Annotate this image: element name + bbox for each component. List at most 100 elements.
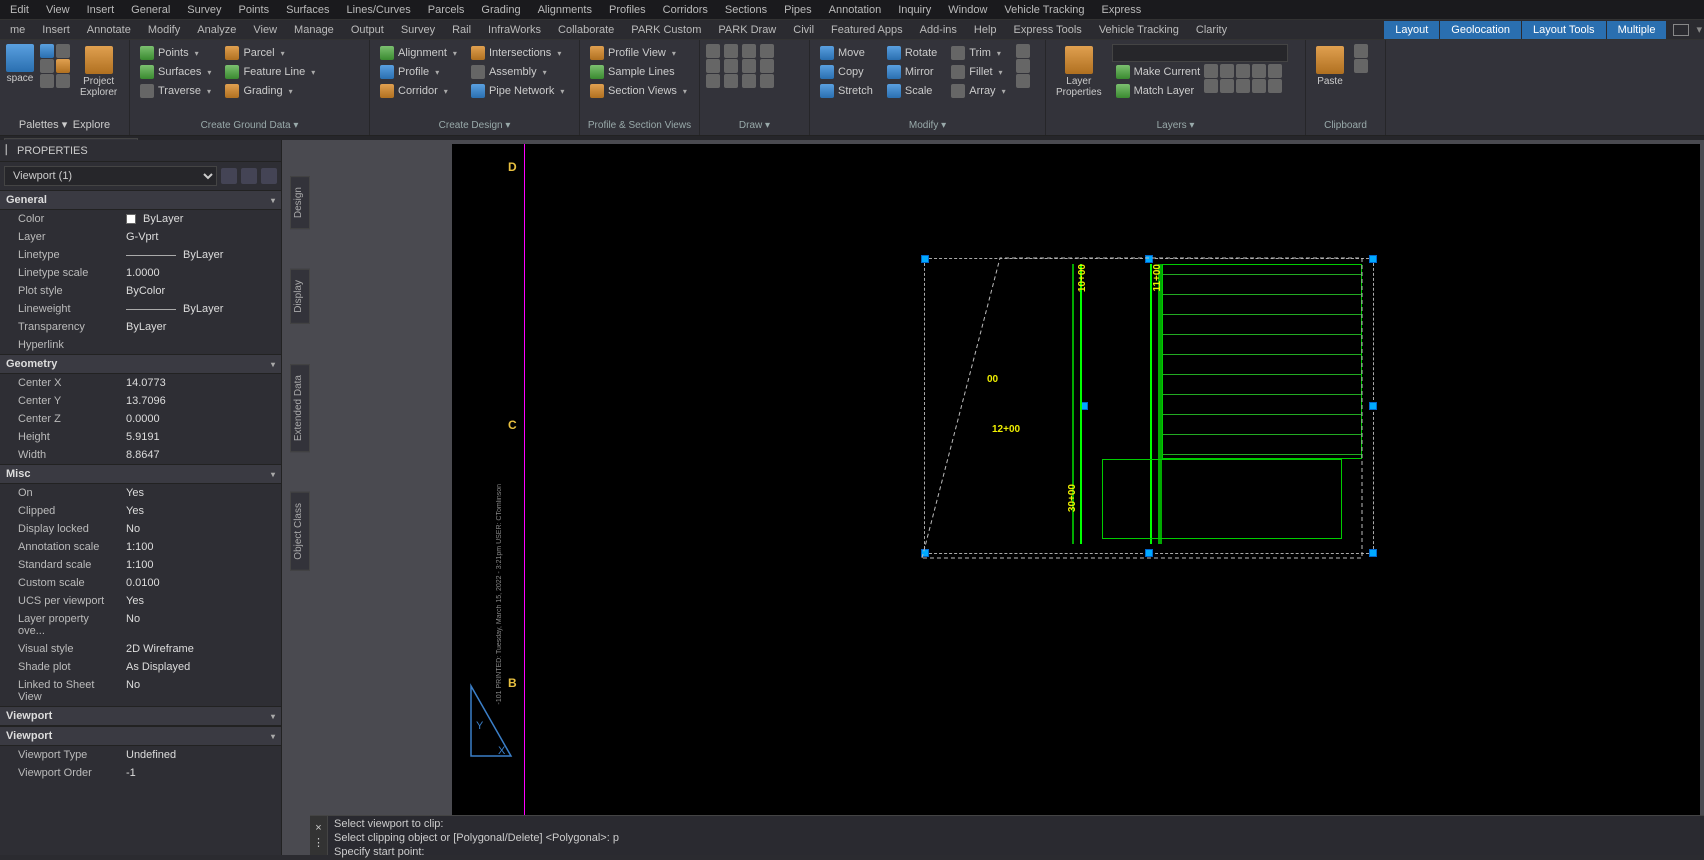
tab-home[interactable]: me <box>2 22 33 38</box>
tab-insert[interactable]: Insert <box>34 22 78 38</box>
traverse-button[interactable]: Traverse <box>136 82 215 100</box>
clipboard-icon[interactable] <box>1354 59 1368 73</box>
draw-icon[interactable] <box>742 74 756 88</box>
toggle-pickadd-icon[interactable] <box>221 168 237 184</box>
property-row[interactable]: TransparencyByLayer <box>0 318 281 336</box>
menu-window[interactable]: Window <box>940 2 995 18</box>
property-row[interactable]: Standard scale1:100 <box>0 556 281 574</box>
tab-survey[interactable]: Survey <box>393 22 443 38</box>
clipboard-icon[interactable] <box>1354 44 1368 58</box>
points-button[interactable]: Points <box>136 44 215 62</box>
layer-icon[interactable] <box>1220 79 1234 93</box>
select-objects-icon[interactable] <box>241 168 257 184</box>
property-value[interactable]: 13.7096 <box>120 393 281 409</box>
property-row[interactable]: Plot styleByColor <box>0 282 281 300</box>
property-value[interactable]: -1 <box>120 765 281 781</box>
circle-icon[interactable] <box>742 44 756 58</box>
property-row[interactable]: ClippedYes <box>0 502 281 520</box>
rotate-button[interactable]: Rotate <box>883 44 941 62</box>
menu-general[interactable]: General <box>123 2 178 18</box>
property-value[interactable]: Yes <box>120 593 281 609</box>
layer-icon[interactable] <box>1204 64 1218 78</box>
tab-manage[interactable]: Manage <box>286 22 342 38</box>
property-row[interactable]: OnYes <box>0 484 281 502</box>
modify-icon[interactable] <box>1016 59 1030 73</box>
tab-analyze[interactable]: Analyze <box>189 22 244 38</box>
property-row[interactable]: Linked to Sheet ViewNo <box>0 676 281 706</box>
line-icon[interactable] <box>706 44 720 58</box>
panel-tab-multiple[interactable]: Multiple <box>1607 21 1667 39</box>
palette-icon[interactable] <box>56 59 70 73</box>
draw-icon[interactable] <box>742 59 756 73</box>
menu-express[interactable]: Express <box>1094 2 1150 18</box>
scale-button[interactable]: Scale <box>883 82 941 100</box>
panel-tab-layout[interactable]: Layout <box>1384 21 1439 39</box>
property-value[interactable]: ByLayer <box>120 247 281 263</box>
property-row[interactable]: Annotation scale1:100 <box>0 538 281 556</box>
section-misc[interactable]: Misc <box>0 464 281 484</box>
menu-insert[interactable]: Insert <box>79 2 123 18</box>
arc-icon[interactable] <box>760 44 774 58</box>
mirror-button[interactable]: Mirror <box>883 63 941 81</box>
profileview-button[interactable]: Profile View <box>586 44 691 62</box>
property-row[interactable]: Viewport Order-1 <box>0 764 281 782</box>
pipenetwork-button[interactable]: Pipe Network <box>467 82 568 100</box>
property-row[interactable]: Center Z0.0000 <box>0 410 281 428</box>
menu-alignments[interactable]: Alignments <box>530 2 600 18</box>
layer-icon[interactable] <box>1252 64 1266 78</box>
section-viewport2[interactable]: Viewport <box>0 726 281 746</box>
layer-icon[interactable] <box>1252 79 1266 93</box>
corridor-button[interactable]: Corridor <box>376 82 461 100</box>
property-value[interactable]: 0.0000 <box>120 411 281 427</box>
property-value[interactable]: G-Vprt <box>120 229 281 245</box>
tab-clarity[interactable]: Clarity <box>1188 22 1235 38</box>
paper-space[interactable]: D C B -101 PRINTED: Tuesday, March 15, 2… <box>452 144 1700 815</box>
menu-survey[interactable]: Survey <box>179 2 229 18</box>
property-row[interactable]: Visual style2D Wireframe <box>0 640 281 658</box>
property-row[interactable]: Custom scale0.0100 <box>0 574 281 592</box>
property-row[interactable]: Shade plotAs Displayed <box>0 658 281 676</box>
panel-box-icon[interactable] <box>1673 24 1689 36</box>
chevron-down-icon[interactable]: ▾ <box>1696 23 1702 36</box>
surfaces-button[interactable]: Surfaces <box>136 63 215 81</box>
property-row[interactable]: Height5.9191 <box>0 428 281 446</box>
property-value[interactable]: 8.8647 <box>120 447 281 463</box>
property-row[interactable]: LayerG-Vprt <box>0 228 281 246</box>
stretch-button[interactable]: Stretch <box>816 82 877 100</box>
draw-icon[interactable] <box>706 59 720 73</box>
layer-icon[interactable] <box>1268 64 1282 78</box>
trim-button[interactable]: Trim <box>947 44 1009 62</box>
tab-modify[interactable]: Modify <box>140 22 188 38</box>
property-value[interactable]: 14.0773 <box>120 375 281 391</box>
menu-linescurves[interactable]: Lines/Curves <box>339 2 419 18</box>
panel-tab-geolocation[interactable]: Geolocation <box>1440 21 1521 39</box>
property-value[interactable]: 1:100 <box>120 539 281 555</box>
menu-pipes[interactable]: Pipes <box>776 2 820 18</box>
selection-dropdown[interactable]: Viewport (1) <box>4 166 217 186</box>
profile-button[interactable]: Profile <box>376 63 461 81</box>
layer-icon[interactable] <box>1236 64 1250 78</box>
property-value[interactable]: 1.0000 <box>120 265 281 281</box>
property-row[interactable]: Viewport TypeUndefined <box>0 746 281 764</box>
menu-annotation[interactable]: Annotation <box>821 2 890 18</box>
draw-icon[interactable] <box>724 59 738 73</box>
property-value[interactable]: No <box>120 521 281 537</box>
drawing-canvas[interactable]: D C B -101 PRINTED: Tuesday, March 15, 2… <box>282 140 1704 855</box>
menu-grading[interactable]: Grading <box>473 2 528 18</box>
tab-annotate[interactable]: Annotate <box>79 22 139 38</box>
property-row[interactable]: Width8.8647 <box>0 446 281 464</box>
tab-expresstools[interactable]: Express Tools <box>1006 22 1090 38</box>
section-geometry[interactable]: Geometry <box>0 354 281 374</box>
menu-vehicletracking[interactable]: Vehicle Tracking <box>996 2 1092 18</box>
layer-icon[interactable] <box>1220 64 1234 78</box>
property-row[interactable]: Center Y13.7096 <box>0 392 281 410</box>
palette-icon[interactable] <box>56 44 70 58</box>
palette-icon[interactable] <box>40 74 54 88</box>
property-row[interactable]: Layer property ove...No <box>0 610 281 640</box>
menu-points[interactable]: Points <box>231 2 278 18</box>
tab-help[interactable]: Help <box>966 22 1005 38</box>
toolspace-icon[interactable] <box>6 44 34 72</box>
property-row[interactable]: UCS per viewportYes <box>0 592 281 610</box>
alignment-button[interactable]: Alignment <box>376 44 461 62</box>
palette-icon[interactable] <box>56 74 70 88</box>
